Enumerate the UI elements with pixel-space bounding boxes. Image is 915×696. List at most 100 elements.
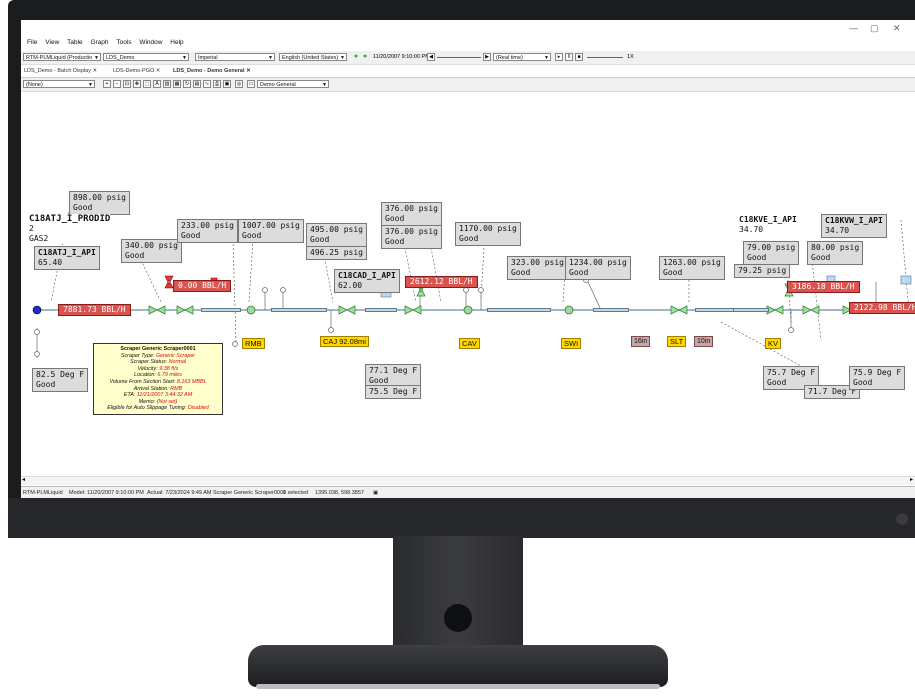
pipe-segment[interactable] (733, 308, 769, 312)
close-icon[interactable]: ✕ (92, 68, 97, 74)
pipe-segment[interactable] (487, 308, 551, 312)
temperature-label-75-9[interactable]: 75.9 Deg F Good (849, 366, 906, 390)
tag-api-c18atj[interactable]: C18ATJ_I_API 65.40 (34, 246, 100, 270)
flow-label-0[interactable]: 0.00 BBL/H (173, 280, 232, 292)
pipe-segment[interactable] (271, 308, 327, 312)
close-button[interactable]: ✕ (893, 23, 901, 34)
pressure-label-340[interactable]: 340.00 psig Good (121, 239, 182, 263)
pressure-label-1263[interactable]: 1263.00 psig Good (659, 256, 725, 280)
station-rmb[interactable]: RMB (242, 338, 265, 349)
tag-api-c18kvw[interactable]: C18KVW_I_API 34.70 (821, 214, 887, 238)
pressure-label-1234[interactable]: 1234.00 psig Good (565, 256, 631, 280)
station-slt[interactable]: SLT (667, 336, 687, 347)
refresh-icon[interactable]: ↻ (183, 80, 191, 88)
units-select[interactable]: Imperial ▼ (195, 53, 275, 61)
main-toolbar: RTM-PLMLiquid (Productio ▼ LDS_Demo ▼ Impe… (21, 51, 915, 65)
scroll-right-icon[interactable]: ▸ (910, 476, 913, 483)
live-status-icon: ● (363, 53, 368, 60)
zoom-fit-icon[interactable]: ⊡ (123, 80, 131, 88)
application-select[interactable]: RTM-PLMLiquid (Productio ▼ (23, 53, 101, 61)
zoom-in-icon[interactable]: + (103, 80, 111, 88)
time-slider[interactable] (437, 57, 481, 58)
menu-help[interactable]: Help (170, 39, 183, 46)
menu-tools[interactable]: Tools (116, 39, 131, 46)
pressure-value: 376.00 psig (385, 227, 438, 236)
pipe-segment[interactable] (593, 308, 629, 312)
close-icon[interactable]: ✕ (246, 68, 251, 74)
pressure-label-376b[interactable]: 376.00 psig Good (381, 225, 442, 249)
pipe-segment[interactable] (201, 308, 241, 312)
pressure-label-376a[interactable]: 376.00 psig Good (381, 202, 442, 226)
monitor-stand-base (248, 645, 668, 687)
menu-window[interactable]: Window (139, 39, 162, 46)
locale-select[interactable]: English (United States) ▼ (279, 53, 347, 61)
binoculars-icon[interactable]: ◎ (235, 80, 243, 88)
close-icon[interactable]: ✕ (156, 68, 161, 74)
pressure-label-495[interactable]: 495.00 psig Good (306, 223, 367, 247)
flow-label-2122[interactable]: 2122.98 BBL/H (849, 302, 915, 314)
speed-slider[interactable] (587, 57, 623, 58)
pressure-label-898[interactable]: 898.00 psig Good (69, 191, 130, 215)
text-icon[interactable]: A (153, 80, 161, 88)
tag-api-c18cad[interactable]: C18CAD_I_API 62.00 (334, 269, 400, 293)
pressure-label-496[interactable]: 496.25 psig (306, 246, 367, 260)
menu-table[interactable]: Table (67, 39, 83, 46)
pressure-label-323[interactable]: 323.00 psig Good (507, 256, 568, 280)
model-datetime: 11/20/2007 9:10:00 PM (373, 54, 430, 60)
station-cav[interactable]: CAV (459, 338, 480, 349)
menu-graph[interactable]: Graph (90, 39, 108, 46)
zoom-out-icon[interactable]: − (113, 80, 121, 88)
pressure-label-233[interactable]: 233.00 psig Good (177, 219, 238, 243)
schematic-canvas[interactable]: 898.00 psig Good C18ATJ_I_PRODID 2 GAS2 C18… (21, 92, 915, 484)
pan-icon[interactable]: ✥ (133, 80, 141, 88)
maximize-button[interactable]: ▢ (870, 23, 879, 34)
pressure-label-79[interactable]: 79.00 psig Good (743, 241, 800, 265)
trend-icon[interactable]: ∿ (203, 80, 211, 88)
tooltip-key: Location: (134, 372, 156, 379)
pressure-label-79-25[interactable]: 79.25 psig (734, 264, 791, 278)
tag-prodid[interactable]: C18ATJ_I_PRODID 2 GAS2 (29, 214, 111, 244)
tag-api-c18kve[interactable]: C18KVE_I_API 34.70 (736, 214, 800, 236)
table-icon[interactable]: ▤ (193, 80, 201, 88)
pause-button[interactable]: ‖ (565, 53, 573, 61)
pressure-label-1170[interactable]: 1170.00 psig Good (455, 222, 521, 246)
pipe-segment[interactable] (365, 308, 397, 312)
flow-label-3186[interactable]: 3186.18 BBL/H (787, 281, 860, 293)
horizontal-scrollbar[interactable]: ◂ ▸ (21, 476, 915, 485)
save-icon[interactable]: ▣ (223, 80, 231, 88)
chart-icon[interactable]: ▥ (163, 80, 171, 88)
view-icon[interactable]: ▭ (247, 80, 255, 88)
tab-pgo[interactable]: LDS-Demo-PGO ✕ (113, 68, 160, 74)
temperature-label-82[interactable]: 82.5 Deg F Good (32, 368, 89, 392)
pressure-label-80[interactable]: 80.00 psig Good (807, 241, 864, 265)
status-coordinates: 1395.038, 598.3857 (315, 490, 364, 496)
tab-batch-display[interactable]: LDS_Demo - Batch Display ✕ (24, 68, 97, 74)
flow-label-7881[interactable]: 7881.73 BBL/H (58, 304, 131, 316)
chevron-down-icon: ▼ (94, 55, 99, 61)
station-swi[interactable]: SWI (561, 338, 582, 349)
grid-icon[interactable]: ▦ (173, 80, 181, 88)
station-caj[interactable]: CAJ 92.08mi (320, 336, 369, 347)
print-icon[interactable]: ⎙ (213, 80, 221, 88)
flow-label-2612[interactable]: 2612.12 BBL/H (405, 276, 478, 288)
station-kv[interactable]: KV (765, 338, 782, 349)
stop-button[interactable]: ■ (575, 53, 583, 61)
minimize-button[interactable]: — (849, 23, 858, 33)
step-back-button[interactable]: ◀ (427, 53, 435, 61)
layer-select[interactable]: (None) ▼ (23, 80, 95, 88)
pipe-segment[interactable] (695, 308, 735, 312)
project-select[interactable]: LDS_Demo ▼ (103, 53, 189, 61)
mode-select[interactable]: (Real time) ▼ (493, 53, 551, 61)
view-select[interactable]: Demo General ▼ (257, 80, 329, 88)
step-forward-button[interactable]: ▶ (483, 53, 491, 61)
scroll-left-icon[interactable]: ◂ (22, 476, 25, 483)
tab-demo-general[interactable]: LDS_Demo - Demo General ✕ (173, 68, 251, 74)
quality-value: Good (663, 268, 683, 277)
temperature-label-75-5[interactable]: 75.5 Deg F (365, 385, 422, 399)
menu-file[interactable]: File (27, 39, 37, 46)
select-icon[interactable]: ⬚ (143, 80, 151, 88)
play-button[interactable]: ▸ (555, 53, 563, 61)
tooltip-key: Arrival Station: (133, 385, 169, 392)
menu-view[interactable]: View (45, 39, 59, 46)
pressure-label-1007[interactable]: 1007.00 psig Good (238, 219, 304, 243)
